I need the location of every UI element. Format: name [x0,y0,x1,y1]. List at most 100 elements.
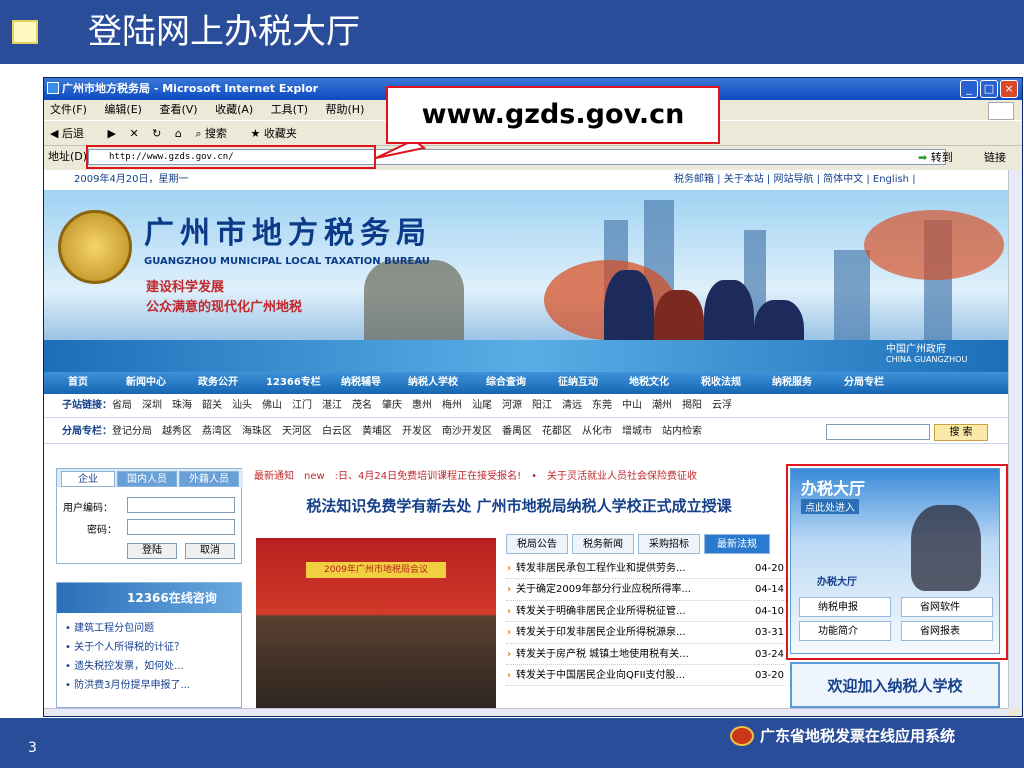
news-title: 转发非居民承包工程作业和提供劳务... [516,563,686,574]
user-code-input[interactable] [127,497,235,513]
nav-item[interactable]: 新闻中心 [126,372,166,394]
branch-list[interactable]: 登记分局 越秀区 荔湾区 海珠区 天河区 白云区 黄埔区 开发区 南沙开发区 番… [112,426,702,437]
address-label: 地址(D) [48,150,88,163]
faq-item[interactable]: • 遗失税控发票，如何处... [65,657,190,676]
menu-favorites[interactable]: 收藏(A) [215,103,253,116]
hotline-panel: 12366在线咨询 • 建筑工程分包问题 • 关于个人所得税的计征？ • 遗失税… [56,582,242,708]
tab-enterprise[interactable]: 企业 [61,471,115,487]
news-item[interactable]: 关于确定2009年部分行业应税所得率... 04-14 [506,579,786,601]
nav-item[interactable]: 政务公开 [198,372,238,394]
nav-item[interactable]: 纳税服务 [772,372,812,394]
menu-edit[interactable]: 编辑(E) [104,103,142,116]
notice-ticker[interactable]: 最新通知 new :日、4月24日免费培训课程正在接受报名! • 关于灵活就业人… [254,468,784,486]
password-input[interactable] [127,519,235,535]
tab-latest-regulations[interactable]: 最新法规 [704,534,770,554]
tax-hall-highlight-box [786,464,1008,660]
minimize-button[interactable]: _ [960,80,978,98]
address-highlight-box [86,145,376,169]
favorites-button[interactable]: ★ 收藏夹 [251,127,307,140]
branch-label: 分局专栏： [62,426,112,437]
refresh-icon[interactable]: ↻ [152,127,161,140]
windows-logo-icon [988,102,1014,120]
menu-file[interactable]: 文件(F) [50,103,87,116]
faq-text: 防洪费3月份提早申报了... [74,680,190,691]
cgov-line-1: 中国广州政府 [886,344,946,355]
links-button[interactable]: 链接 [984,148,1006,168]
news-date: 04-10 [750,600,784,622]
news-date: 03-24 [750,643,784,664]
tab-bureau-notice[interactable]: 税局公告 [506,534,568,554]
news-item[interactable]: 转发关于中国居民企业向QFII支付股... 03-20 [506,664,786,687]
news-date: 03-31 [750,622,784,643]
back-button[interactable]: ◀ 后退 [50,127,94,140]
site-search-button[interactable]: 搜 索 [934,424,988,441]
news-title: 转发关于房产税 城镇土地使用税有关... [516,648,689,660]
favorites-label: 收藏夹 [263,127,297,140]
news-tabs: 税局公告 税务新闻 采购招标 最新法规 [506,534,786,554]
tab-procurement[interactable]: 采购招标 [638,534,700,554]
go-button[interactable]: ➡ 转到 [918,148,953,168]
menu-view[interactable]: 查看(V) [159,103,197,116]
nav-item[interactable]: 综合查询 [486,372,526,394]
bureau-name: 广州市地方税务局 [144,216,432,251]
sub-site-list[interactable]: 省局 深圳 珠海 韶关 汕头 佛山 江门 湛江 茂名 肇庆 惠州 梅州 汕尾 河… [112,400,732,411]
nav-item[interactable]: 12366专栏 [266,372,321,394]
sub-site-links: 子站链接：省局 深圳 珠海 韶关 汕头 佛山 江门 湛江 茂名 肇庆 惠州 梅州… [44,394,1008,418]
news-item[interactable]: 转发关于印发非居民企业所得税源泉... 03-31 [506,622,786,644]
news-item[interactable]: 转发关于明确非居民企业所得税征管... 04-10 [506,600,786,623]
login-button[interactable]: 登陆 [127,543,177,559]
forward-button[interactable]: ▶ [107,127,115,140]
tab-foreign[interactable]: 外籍人员 [179,471,239,487]
news-title: 关于确定2009年部分行业应税所得率... [516,584,691,596]
faq-item[interactable]: • 建筑工程分包问题 [65,619,190,638]
faq-text: 关于个人所得税的计征？ [74,642,185,653]
nav-item[interactable]: 纳税人学校 [408,372,458,394]
site-search-input[interactable] [826,424,930,440]
nav-item[interactable]: 税收法规 [701,372,741,394]
news-date: 03-20 [750,664,784,686]
menu-help[interactable]: 帮助(H) [326,103,365,116]
top-strip: 2009年4月20日，星期一 税务邮箱 | 关于本站 | 网站导航 | 简体中文… [44,170,1008,190]
maximize-button[interactable]: □ [980,80,998,98]
login-panel: 企业 国内人员 外籍人员 用户编码： 密码： 登陆 取消 [56,468,243,564]
horizontal-scrollbar[interactable] [44,708,1008,716]
hotline-banner[interactable]: 12366在线咨询 [57,583,241,613]
news-title: 转发关于中国居民企业向QFII支付股... [516,669,686,681]
faq-item[interactable]: • 关于个人所得税的计征？ [65,638,190,657]
search-label: 搜索 [205,127,228,140]
date-text: 2009年4月20日，星期一 [74,174,189,185]
cancel-button[interactable]: 取消 [185,543,235,559]
nav-item[interactable]: 征纳互动 [558,372,598,394]
china-gz-gov-logo[interactable]: 中国广州政府 CHINA GUANGZHOU [886,340,967,364]
headline[interactable]: 税法知识免费学有新去处 广州市地税局纳税人学校正式成立授课 [254,494,784,518]
top-links[interactable]: 税务邮箱 | 关于本站 | 网站导航 | 简体中文 | English | [674,170,916,190]
news-title: 转发关于印发非居民企业所得税源泉... [516,627,686,639]
stop-icon[interactable]: ✕ [129,127,138,140]
meeting-photo[interactable]: 2009年广州市地税局会议 [256,538,496,708]
cgov-line-2: CHINA GUANGZHOU [886,355,968,364]
taxpayer-school-banner[interactable]: 欢迎加入纳税人学校 [790,662,1000,708]
news-title: 转发关于明确非居民企业所得税征管... [516,605,686,617]
faq-list: • 建筑工程分包问题 • 关于个人所得税的计征？ • 遗失税控发票，如何处...… [65,619,190,695]
close-button[interactable]: × [1000,80,1018,98]
slogan-line-1: 建设科学发展 [146,280,225,295]
nav-item[interactable]: 纳税辅导 [341,372,381,394]
news-item[interactable]: 转发关于房产税 城镇土地使用税有关... 03-24 [506,643,786,665]
tab-tax-news[interactable]: 税务新闻 [572,534,634,554]
page-number: 3 [28,740,37,756]
tab-domestic[interactable]: 国内人员 [117,471,177,487]
news-item[interactable]: 转发非居民承包工程作业和提供劳务... 04-20 [506,558,786,580]
tax-emblem-icon [730,726,754,746]
search-button[interactable]: ⌕ 搜索 [195,127,237,140]
menu-tools[interactable]: 工具(T) [271,103,308,116]
nav-item[interactable]: 地税文化 [629,372,669,394]
banner-wave [44,340,1008,374]
login-tabs: 企业 国内人员 外籍人员 [57,469,243,487]
go-arrow-icon: ➡ [918,151,928,164]
faq-text: 遗失税控发票，如何处... [74,661,184,672]
home-icon[interactable]: ⌂ [175,127,182,140]
nav-item[interactable]: 首页 [68,372,88,394]
nav-item[interactable]: 分局专栏 [844,372,884,394]
faq-item[interactable]: • 防洪费3月份提早申报了... [65,676,190,695]
vertical-scrollbar[interactable] [1008,170,1022,708]
